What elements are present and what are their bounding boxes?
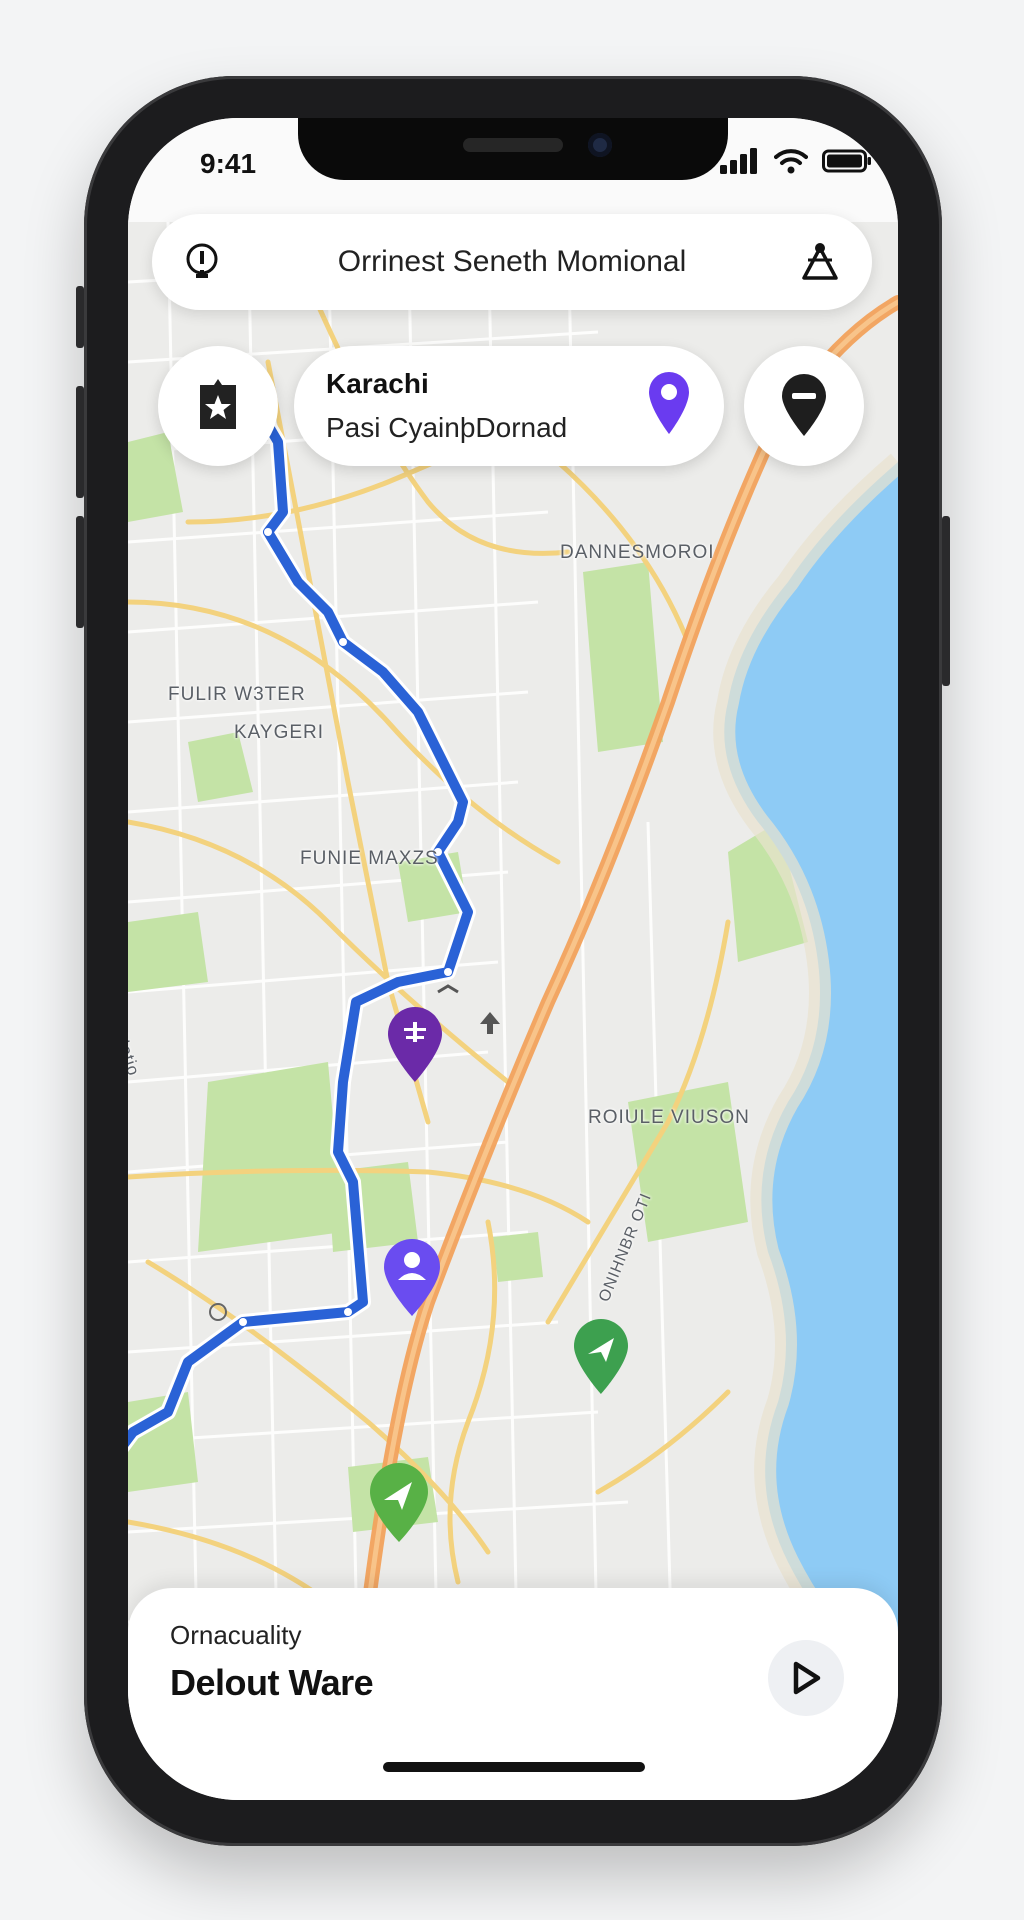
route-nodes-icon[interactable] xyxy=(798,240,842,284)
destination-card[interactable]: Karachi Pasi Cyainþ​Dornad xyxy=(294,346,724,466)
map-pin-green-navigate[interactable] xyxy=(366,1460,432,1544)
map-label-dannesmoroi: DANNESMOROI xyxy=(560,542,715,563)
remove-pin-button[interactable] xyxy=(744,346,864,466)
side-button-silent xyxy=(76,286,84,348)
destination-title: Karachi xyxy=(326,368,429,399)
map-pin-person[interactable] xyxy=(380,1236,444,1318)
location-pin-icon xyxy=(649,372,689,434)
front-camera xyxy=(588,133,612,157)
play-icon xyxy=(793,1661,821,1695)
home-indicator[interactable] xyxy=(383,1762,645,1772)
notch xyxy=(298,118,728,180)
phone-screen: 9:41 DANNESMOROI FULIR W3TER KAYGERI FUN… xyxy=(128,118,898,1800)
side-button-power xyxy=(942,516,950,686)
side-button-volume-up xyxy=(76,386,84,498)
destination-subtitle: Pasi Cyainþ​Dornad xyxy=(326,412,568,443)
status-time: 9:41 xyxy=(200,148,257,179)
info-pin-icon[interactable] xyxy=(182,242,222,282)
map-label-roiule-viuson: ROIULE VIUSON xyxy=(588,1107,750,1128)
map-pin-green-direction[interactable] xyxy=(570,1316,632,1396)
signal-icon xyxy=(720,148,757,174)
map-pin-purple[interactable] xyxy=(384,1004,446,1084)
play-button[interactable] xyxy=(768,1640,844,1716)
sheet-subtitle: Ornacuality xyxy=(170,1620,302,1650)
side-button-volume-down xyxy=(76,516,84,628)
map-label-fulir-w3ter: FULIR W3TER xyxy=(168,684,306,705)
bookmark-button[interactable] xyxy=(158,346,278,466)
bookmark-star-icon xyxy=(200,379,236,429)
speaker-grille xyxy=(463,138,563,152)
bottom-sheet[interactable]: Ornacuality Delout Ware xyxy=(128,1588,898,1800)
battery-icon xyxy=(822,149,871,173)
map-label-funie-maxzs: FUNIE MAXZS xyxy=(300,848,439,869)
map-label-kaygeri: KAYGERI xyxy=(234,722,325,743)
search-bar[interactable]: Orrinest Seneth Momional xyxy=(152,214,872,310)
status-icons xyxy=(720,148,872,174)
wifi-icon xyxy=(774,149,808,174)
sheet-title: Delout Ware xyxy=(170,1662,374,1703)
pin-minus-icon xyxy=(782,374,826,436)
search-query[interactable]: Orrinest Seneth Momional xyxy=(232,214,792,310)
